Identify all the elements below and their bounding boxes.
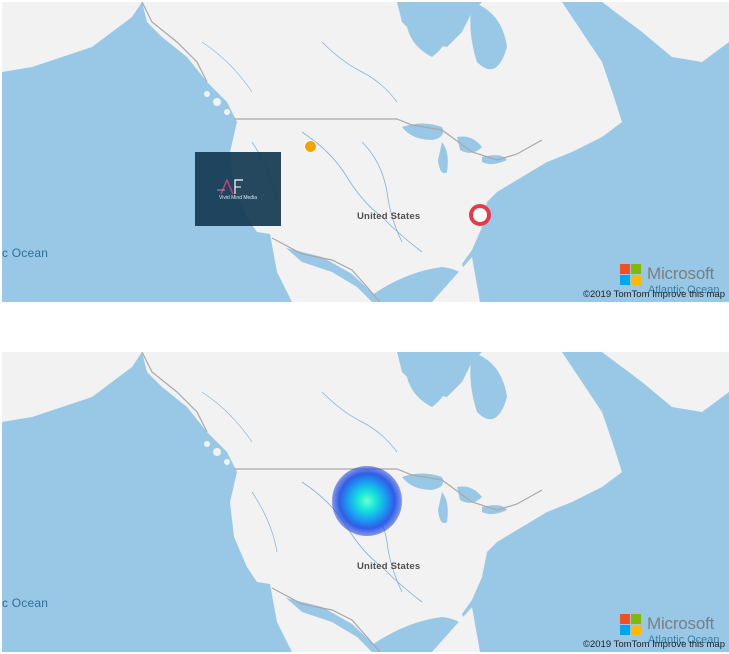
pacific-ocean-label: c Ocean [2,246,49,260]
copyright-text: ©2019 TomTom [582,639,650,650]
heatmap-blob [332,466,402,536]
microsoft-logo: Microsoft [620,614,725,638]
popup-caption: Vivid Mind Media [219,195,257,201]
microsoft-logo-text: Microsoft [647,614,715,633]
improve-map-link[interactable]: Improve this map [652,639,725,650]
microsoft-logo: Microsoft [620,264,725,288]
map-bottom[interactable]: c Ocean United States Atlantic Ocean Mic… [2,352,729,652]
microsoft-logo-text: Microsoft [647,264,715,283]
orange-dot-marker[interactable] [304,140,317,153]
red-ring-marker[interactable] [469,204,491,226]
united-states-label: United States [357,561,421,572]
info-popup[interactable]: Vivid Mind Media [195,152,281,226]
map-top[interactable]: c Ocean United States Vivid Mind Media A… [2,2,729,302]
united-states-label: United States [357,211,421,222]
basemap-top [2,2,729,302]
map-attribution: ©2019 TomTom Improve this map [583,639,725,650]
copyright-text: ©2019 TomTom [582,289,650,300]
improve-map-link[interactable]: Improve this map [652,289,725,300]
pacific-ocean-label: c Ocean [2,596,49,610]
map-attribution: ©2019 TomTom Improve this map [583,289,725,300]
